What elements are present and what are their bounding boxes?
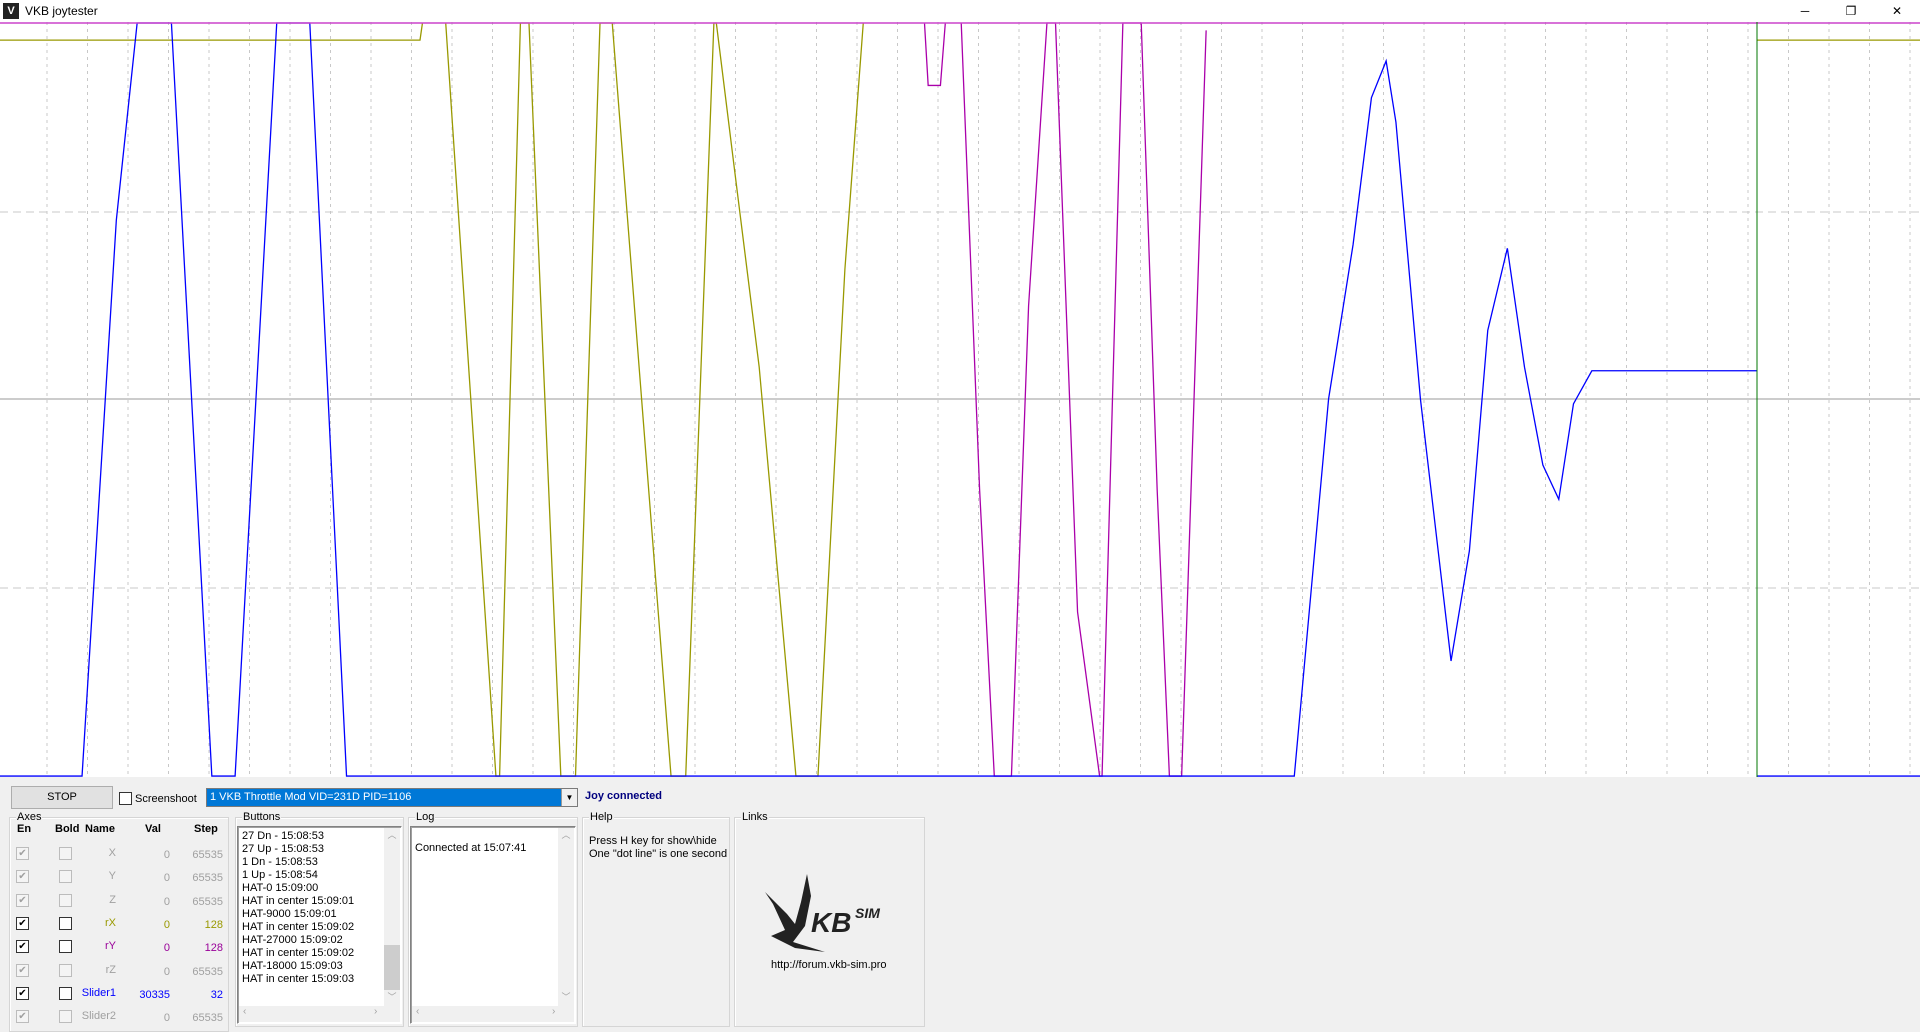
screenshot-label: Screenshoot xyxy=(135,793,197,805)
axes-group-label: Axes xyxy=(16,811,43,823)
axis-name: Slider2 xyxy=(81,1010,116,1023)
help-line: Press H key for show\hide xyxy=(589,835,717,847)
minimize-button[interactable]: ─ xyxy=(1782,0,1828,22)
axis-step: 65535 xyxy=(192,895,223,908)
button-event: 27 Up - 15:08:53 xyxy=(242,843,324,855)
button-event: HAT in center 15:09:02 xyxy=(242,947,355,959)
scroll-up-icon[interactable]: ︿ xyxy=(384,828,400,844)
buttons-hscrollbar[interactable]: ‹ › xyxy=(239,1006,400,1022)
svg-text:SIM: SIM xyxy=(855,905,880,921)
svg-text:KB: KB xyxy=(811,907,851,938)
button-event: 27 Dn - 15:08:53 xyxy=(242,830,324,842)
axis-enable-checkbox: ✔ xyxy=(16,847,29,860)
scroll-right-icon[interactable]: › xyxy=(374,1006,377,1017)
log-vscrollbar[interactable]: ︿ ﹀ xyxy=(558,828,574,1006)
connection-status: Joy connected xyxy=(585,790,663,802)
header-en: En xyxy=(17,823,32,835)
axis-enable-checkbox: ✔ xyxy=(16,1010,29,1024)
axis-step: 128 xyxy=(204,942,223,955)
ry-trace-1 xyxy=(923,22,946,87)
axis-plot xyxy=(0,22,1920,777)
scroll-left-icon[interactable]: ‹ xyxy=(243,1006,246,1017)
axis-val: 30335 xyxy=(139,988,170,1001)
axis-val: 0 xyxy=(163,872,170,885)
button-event: HAT-18000 15:09:03 xyxy=(242,960,343,972)
axis-step: 65535 xyxy=(192,872,223,885)
axis-enable-checkbox: ✔ xyxy=(16,963,29,977)
button-event: 1 Dn - 15:08:53 xyxy=(242,856,318,868)
rx-trace-flat xyxy=(0,22,424,41)
axis-step: 65535 xyxy=(192,1012,223,1025)
log-hscrollbar[interactable]: ‹ › xyxy=(412,1006,574,1022)
axis-name: Y xyxy=(108,870,116,883)
button-event: HAT-0 15:09:00 xyxy=(242,882,319,894)
scroll-down-icon[interactable]: ﹀ xyxy=(384,990,400,1006)
axis-name: rY xyxy=(105,940,116,953)
log-textbox[interactable]: Connected at 15:07:41 ︿ ﹀ ‹ › xyxy=(410,826,576,1024)
axis-val: 0 xyxy=(163,918,170,931)
axis-name: Z xyxy=(109,893,116,906)
slider1-trace xyxy=(0,22,1758,777)
axis-enable-checkbox: ✔ xyxy=(16,870,29,884)
header-val: Val xyxy=(145,823,161,835)
axis-step: 128 xyxy=(204,918,223,931)
axis-enable-checkbox: ✔ xyxy=(16,893,29,907)
buttons-group-label: Buttons xyxy=(242,811,282,823)
help-group-label: Help xyxy=(589,811,614,823)
button-event: HAT in center 15:09:01 xyxy=(242,895,355,907)
links-group: Links KB SIM http://forum.vkb-sim.pro xyxy=(734,811,925,1027)
axis-val: 0 xyxy=(163,942,170,955)
scroll-thumb[interactable] xyxy=(384,945,400,990)
axis-val: 0 xyxy=(163,895,170,908)
restore-button[interactable]: ❐ xyxy=(1828,0,1874,22)
ry-trace-2 xyxy=(960,22,1207,777)
axis-name: Slider1 xyxy=(81,986,116,999)
header-bold: Bold xyxy=(55,823,80,835)
links-group-label: Links xyxy=(741,811,769,823)
buttons-list[interactable]: 27 Dn - 15:08:53 27 Up - 15:08:53 1 Dn - 1… xyxy=(237,826,402,1024)
header-step: Step xyxy=(194,823,218,835)
log-group-label: Log xyxy=(415,811,436,823)
axis-val: 0 xyxy=(163,965,170,978)
axis-enable-checkbox[interactable]: ✔ xyxy=(16,940,29,954)
axis-step: 65535 xyxy=(192,965,223,978)
screenshot-checkbox[interactable] xyxy=(119,792,132,805)
button-event: HAT in center 15:09:02 xyxy=(242,921,355,933)
button-event: HAT-27000 15:09:02 xyxy=(242,934,343,946)
device-select[interactable]: 1 VKB Throttle Mod VID=231D PID=1106 ▼ xyxy=(206,788,578,807)
buttons-vscrollbar[interactable]: ︿ ﹀ xyxy=(384,828,400,1006)
window-title: VKB joytester xyxy=(25,4,98,18)
button-event: HAT-9000 15:09:01 xyxy=(242,908,337,920)
button-event: HAT in center 15:09:03 xyxy=(242,973,355,985)
title-bar: V VKB joytester ─ ❐ ✕ xyxy=(0,0,1920,22)
axis-name: X xyxy=(108,847,116,859)
log-line: Connected at 15:07:41 xyxy=(415,842,527,854)
stop-button[interactable]: STOP xyxy=(11,786,113,809)
close-button[interactable]: ✕ xyxy=(1874,0,1920,22)
device-select-value: 1 VKB Throttle Mod VID=231D PID=1106 xyxy=(210,791,412,803)
button-event: 1 Up - 15:08:54 xyxy=(242,869,318,881)
axis-name: rZ xyxy=(105,963,116,976)
forum-link[interactable]: http://forum.vkb-sim.pro xyxy=(771,959,887,971)
help-line: One "dot line" is one second xyxy=(589,848,728,860)
axis-enable-checkbox[interactable]: ✔ xyxy=(16,986,29,1000)
axis-val: 0 xyxy=(163,849,170,861)
axis-val: 0 xyxy=(163,1012,170,1025)
axis-name: rX xyxy=(105,916,116,929)
chevron-down-icon[interactable]: ▼ xyxy=(561,789,577,806)
help-group: Help Press H key for show\hide One "dot … xyxy=(582,811,730,1027)
vkb-app-icon: V xyxy=(3,3,19,19)
axis-step: 65535 xyxy=(192,849,223,861)
vkb-sim-logo: KB SIM xyxy=(765,874,880,952)
axis-enable-checkbox[interactable]: ✔ xyxy=(16,916,29,930)
header-name: Name xyxy=(85,823,115,835)
axis-step: 32 xyxy=(210,988,223,1001)
